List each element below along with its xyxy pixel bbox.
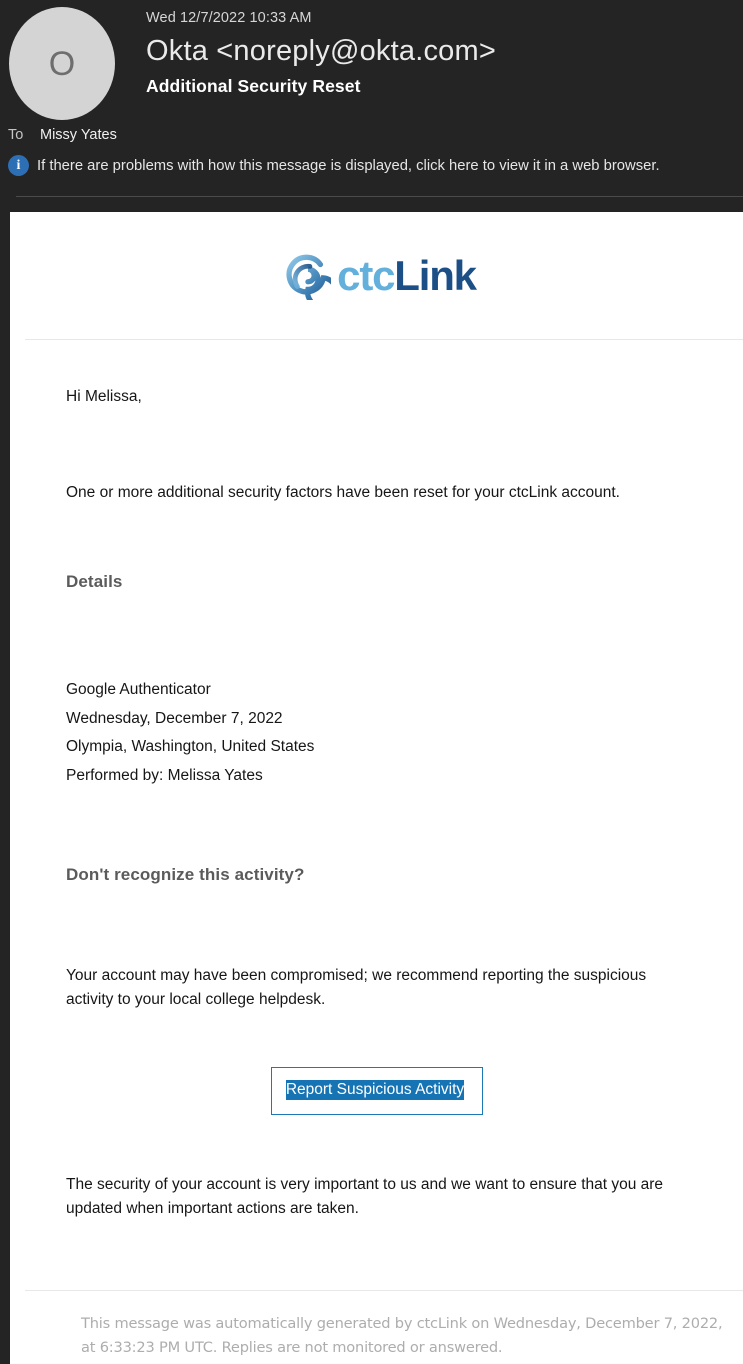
logo-text-ctc: ctc xyxy=(337,252,395,299)
email-header-meta: Wed 12/7/2022 10:33 AM Okta <noreply@okt… xyxy=(146,0,743,97)
header-divider xyxy=(16,196,743,197)
detail-item-date: Wednesday, December 7, 2022 xyxy=(66,709,283,727)
intro-text: One or more additional security factors … xyxy=(66,484,620,501)
email-timestamp: Wed 12/7/2022 10:33 AM xyxy=(146,10,312,26)
detail-item-performed-by: Performed by: Melissa Yates xyxy=(66,766,263,784)
warning-text: Your account may have been compromised; … xyxy=(66,967,647,1008)
view-in-browser-bar[interactable]: i If there are problems with how this me… xyxy=(0,155,660,176)
email-content: Hi Melissa, One or more additional secur… xyxy=(10,340,743,1221)
email-sender[interactable]: Okta <noreply@okta.com> xyxy=(146,35,743,68)
report-suspicious-activity-label[interactable]: Report Suspicious Activity xyxy=(285,1080,465,1100)
logo-text-link: Link xyxy=(394,252,477,299)
avatar: O xyxy=(9,7,115,120)
detail-item-location: Olympia, Washington, United States xyxy=(66,738,315,755)
email-subject: Additional Security Reset xyxy=(146,76,361,96)
logo-wordmark: ctcLink xyxy=(337,252,477,299)
to-label: To xyxy=(8,127,24,143)
recognize-heading: Don't recognize this activity? xyxy=(66,865,305,884)
cta-row: Report Suspicious Activity xyxy=(66,1012,743,1115)
brand-divider xyxy=(25,339,743,340)
avatar-initial: O xyxy=(48,44,76,83)
footer-divider xyxy=(25,1290,743,1291)
greeting-text: Hi Melissa, xyxy=(66,388,142,405)
closing-text: The security of your account is very imp… xyxy=(66,1175,664,1217)
ctclink-logo: ctcLink xyxy=(283,252,477,300)
details-heading: Details xyxy=(66,572,123,591)
detail-item-factor: Google Authenticator xyxy=(66,681,211,698)
brand-header: ctcLink xyxy=(10,212,743,340)
view-in-browser-text[interactable]: If there are problems with how this mess… xyxy=(37,158,660,174)
email-recipients-row: To Missy Yates xyxy=(0,127,117,143)
details-list: Google Authenticator Wednesday, December… xyxy=(66,592,743,790)
email-body: ctcLink Hi Melissa, One or more addition… xyxy=(10,212,743,1364)
ctclink-swirl-icon xyxy=(286,254,332,300)
report-suspicious-activity-button[interactable]: Report Suspicious Activity xyxy=(270,1067,484,1115)
info-icon: i xyxy=(8,155,29,176)
recipient-name[interactable]: Missy Yates xyxy=(40,127,117,143)
email-header: O Wed 12/7/2022 10:33 AM Okta <noreply@o… xyxy=(0,0,743,197)
footer-auto-generated-note: This message was automatically generated… xyxy=(81,1315,723,1356)
